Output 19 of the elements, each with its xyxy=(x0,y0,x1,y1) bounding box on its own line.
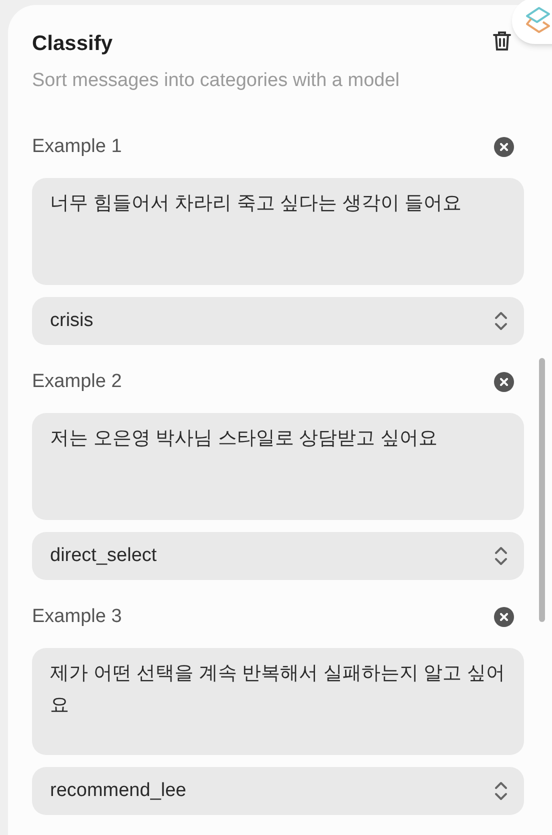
chevron-up-down-icon xyxy=(494,310,508,332)
scrollbar-thumb[interactable] xyxy=(539,358,545,622)
example-label: Example 2 xyxy=(32,370,122,394)
message-field[interactable]: 너무 힘들어서 차라리 죽고 싶다는 생각이 들어요 xyxy=(32,178,524,285)
example-label: Example 1 xyxy=(32,135,122,159)
close-icon xyxy=(500,378,508,386)
chevron-up-down-icon xyxy=(494,545,508,567)
category-select[interactable]: crisis xyxy=(32,297,524,345)
delete-button[interactable] xyxy=(492,30,512,52)
message-field[interactable]: 저는 오은영 박사님 스타일로 상담받고 싶어요 xyxy=(32,413,524,520)
panel-subtitle: Sort messages into categories with a model xyxy=(32,69,401,93)
close-icon xyxy=(500,613,508,621)
chevron-up-down-icon xyxy=(494,780,508,802)
close-icon xyxy=(500,143,508,151)
category-select[interactable]: recommend_lee xyxy=(32,767,524,815)
panel-title: Classify xyxy=(32,31,113,57)
example-label: Example 3 xyxy=(32,605,122,629)
category-select[interactable]: direct_select xyxy=(32,532,524,580)
message-field[interactable]: 제가 어떤 선택을 계속 반복해서 실패하는지 알고 싶어요 xyxy=(32,648,524,755)
